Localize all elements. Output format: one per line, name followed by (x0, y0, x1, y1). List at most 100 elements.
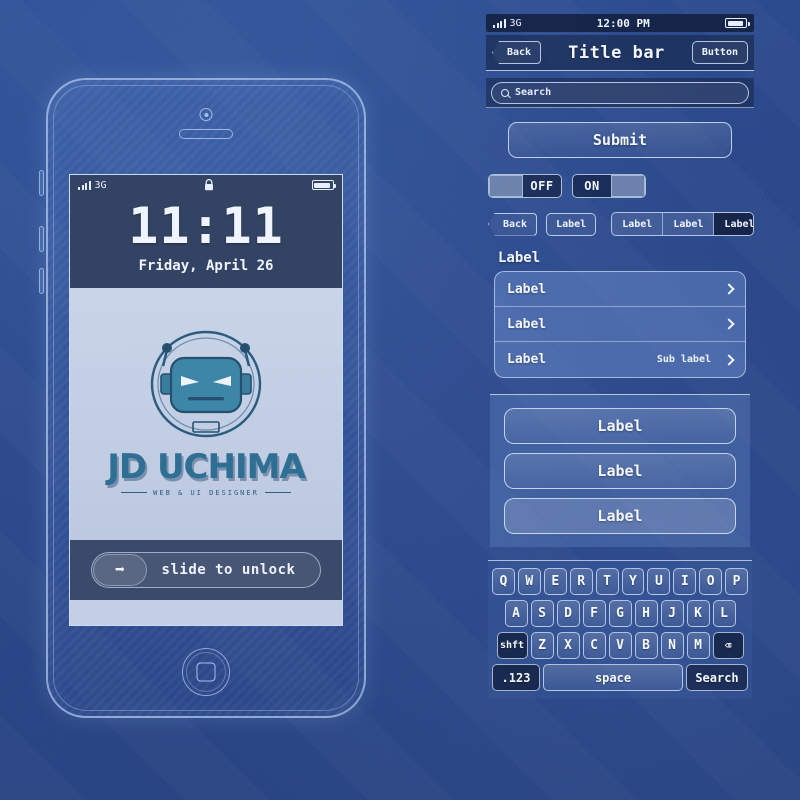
button-panel: Label Label Label (490, 394, 750, 547)
list-item-sub-label: Sub label (656, 354, 711, 365)
search-placeholder: Search (515, 87, 552, 98)
list-section-header: Label (498, 250, 541, 266)
key-Y[interactable]: Y (621, 568, 645, 595)
keyboard-row-4: .123 space Search (492, 664, 748, 691)
kit-search-bar: Search (486, 78, 754, 108)
key-S[interactable]: S (530, 600, 554, 627)
list-item-label: Label (507, 352, 547, 367)
key-Q[interactable]: Q (491, 568, 515, 595)
phone-screen: 3G 11:11 Friday, April 26 JD UCHIMA WEB … (69, 174, 343, 626)
toggle-off-label: OFF (530, 179, 554, 193)
key-numbers[interactable]: .123 (492, 664, 540, 691)
submit-button[interactable]: Submit (508, 122, 732, 158)
list-item-label: Label (507, 316, 547, 332)
key-delete[interactable]: ⌫ (712, 632, 744, 659)
toggle-on-label: ON (584, 179, 600, 193)
segment-2[interactable]: Label (714, 213, 754, 235)
key-shift[interactable]: shft (496, 632, 528, 659)
segment-1[interactable]: Label (663, 213, 715, 235)
key-L[interactable]: L (712, 600, 736, 627)
on-screen-keyboard: QWERTYUIOP ASDFGHJKL shft ZXCVBNM ⌫ .123… (488, 560, 752, 699)
lock-icon (205, 179, 214, 191)
list-item-label: Label (507, 281, 547, 297)
chevron-right-icon (723, 283, 735, 295)
silent-switch-button[interactable] (39, 170, 44, 196)
key-space[interactable]: space (543, 664, 683, 691)
titlebar-action-button[interactable]: Button (691, 41, 748, 64)
kit-status-bar: 3G 12:00 PM (486, 14, 754, 32)
key-D[interactable]: D (556, 600, 580, 627)
key-U[interactable]: U (647, 568, 671, 595)
list-item[interactable]: Label Sub label (495, 342, 745, 377)
toggle-knob (489, 175, 523, 197)
lockscreen-unlock-area: ➡ slide to unlock (70, 540, 342, 600)
key-J[interactable]: J (660, 600, 684, 627)
arrow-right-icon[interactable]: ➡ (93, 554, 147, 586)
page-title: Title bar (568, 42, 665, 63)
label-button[interactable]: Label (546, 212, 597, 236)
key-N[interactable]: N (660, 632, 684, 659)
chevron-right-icon (723, 318, 735, 330)
lockscreen-wallpaper: JD UCHIMA WEB & UI DESIGNER (70, 288, 342, 540)
back-button-small[interactable]: Back (488, 212, 538, 236)
key-R[interactable]: R (569, 568, 593, 595)
panel-button-2[interactable]: Label (504, 498, 736, 534)
slide-to-unlock-slider[interactable]: ➡ slide to unlock (91, 552, 321, 588)
list-item[interactable]: Label (495, 307, 745, 342)
signal-bars-icon (78, 180, 91, 190)
lockscreen-date: Friday, April 26 (138, 258, 274, 274)
lockscreen-time: 11:11 (128, 197, 284, 255)
toggle-off[interactable]: OFF (488, 174, 562, 198)
logo-tagline: WEB & UI DESIGNER (107, 489, 305, 497)
key-O[interactable]: O (699, 568, 723, 595)
list-item[interactable]: Label (495, 272, 745, 307)
panel-button-0[interactable]: Label (504, 408, 736, 444)
phone-mockup: 3G 11:11 Friday, April 26 JD UCHIMA WEB … (39, 78, 366, 718)
earpiece-speaker-icon (179, 129, 233, 139)
segment-0[interactable]: Label (612, 213, 664, 235)
keyboard-row-1: QWERTYUIOP (491, 568, 749, 595)
buttons-and-segmented-row: Back Label Label Label Label (486, 212, 754, 236)
key-search[interactable]: Search (686, 664, 748, 691)
slide-to-unlock-label: slide to unlock (161, 562, 296, 578)
key-K[interactable]: K (686, 600, 710, 627)
key-F[interactable]: F (582, 600, 606, 627)
toggle-knob (611, 175, 645, 197)
segmented-control[interactable]: Label Label Label (611, 212, 754, 236)
key-H[interactable]: H (634, 600, 658, 627)
keyboard-row-2: ASDFGHJKL (492, 600, 748, 627)
key-W[interactable]: W (517, 568, 541, 595)
signal-bars-icon (493, 18, 506, 28)
keyboard-row-3: shft ZXCVBNM ⌫ (492, 632, 748, 659)
key-M[interactable]: M (686, 632, 710, 659)
ui-kit-column: 3G 12:00 PM Back Title bar Button Search… (486, 14, 754, 699)
battery-icon (311, 180, 337, 190)
volume-down-button[interactable] (39, 268, 44, 294)
battery-icon (725, 18, 750, 28)
key-I[interactable]: I (673, 568, 697, 595)
robot-head-icon (150, 330, 262, 437)
key-T[interactable]: T (595, 568, 619, 595)
toggle-on[interactable]: ON (572, 174, 646, 198)
volume-up-button[interactable] (39, 226, 44, 252)
carrier-label: 3G (94, 179, 107, 191)
back-button[interactable]: Back (492, 41, 542, 64)
key-Z[interactable]: Z (530, 632, 554, 659)
chevron-right-icon (723, 353, 735, 366)
front-camera-icon (199, 108, 213, 121)
phone-status-bar: 3G (70, 175, 342, 195)
search-input[interactable]: Search (491, 81, 749, 104)
key-P[interactable]: P (725, 568, 749, 595)
home-button-icon[interactable] (182, 648, 230, 696)
key-G[interactable]: G (608, 600, 632, 627)
key-V[interactable]: V (608, 632, 632, 659)
key-C[interactable]: C (582, 632, 606, 659)
key-B[interactable]: B (634, 632, 658, 659)
kit-carrier-label: 3G (509, 17, 522, 29)
kit-title-bar: Back Title bar Button (486, 35, 754, 71)
list-group: Label Label Label Sub label (494, 271, 746, 378)
panel-button-1[interactable]: Label (504, 453, 736, 489)
key-E[interactable]: E (543, 568, 567, 595)
key-X[interactable]: X (556, 632, 580, 659)
key-A[interactable]: A (504, 600, 528, 627)
